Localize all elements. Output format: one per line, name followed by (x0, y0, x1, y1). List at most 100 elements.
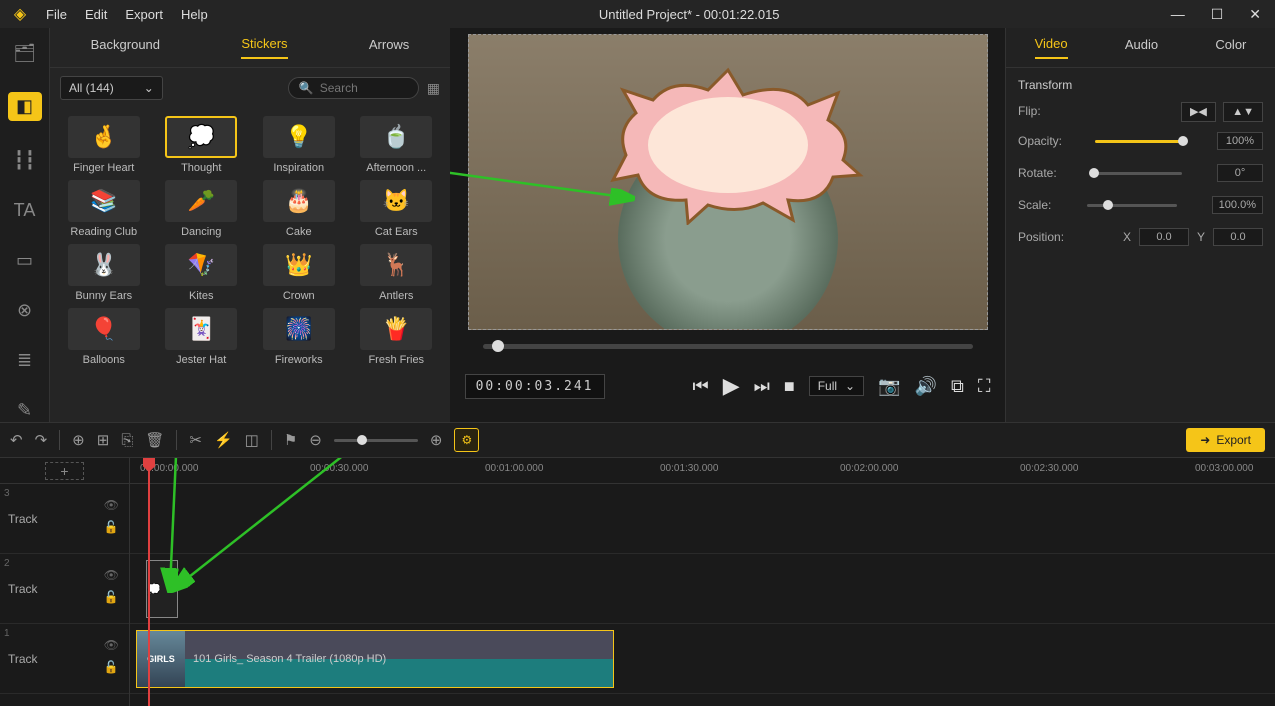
transitions-tab-icon[interactable]: ▭ (12, 249, 38, 271)
split-icon[interactable]: ✂ (189, 431, 202, 449)
visibility-icon[interactable]: 👁 (104, 568, 119, 582)
preview-canvas[interactable] (468, 34, 988, 330)
tab-arrows[interactable]: Arrows (369, 37, 409, 58)
track-2-row[interactable]: 💭 (130, 554, 1275, 624)
sticker-clip[interactable]: 💭 (146, 560, 178, 618)
sticker-item[interactable]: 📚Reading Club (58, 180, 150, 238)
sticker-thumb: 🍟 (360, 308, 432, 350)
elements-tab-icon[interactable]: ✎ (12, 400, 38, 422)
sticker-item[interactable]: 🐱Cat Ears (351, 180, 443, 238)
track-2-label[interactable]: 2Track 👁🔓 (0, 554, 129, 624)
marker-icon[interactable]: ⚑ (284, 431, 297, 449)
menu-export[interactable]: Export (125, 7, 163, 22)
track-3-row[interactable] (130, 484, 1275, 554)
sticker-item[interactable]: 🤞Finger Heart (58, 116, 150, 174)
sticker-item[interactable]: 💡Inspiration (253, 116, 345, 174)
tab-background[interactable]: Background (91, 37, 160, 58)
visibility-icon[interactable]: 👁 (104, 638, 119, 652)
timeline: + 3Track 👁🔓 2Track 👁🔓 1Track 👁🔓 00:00:00… (0, 458, 1275, 706)
search-input[interactable] (320, 81, 408, 95)
sticker-item[interactable]: 🦌Antlers (351, 244, 443, 302)
export-button[interactable]: ➜Export (1186, 428, 1265, 452)
rotate-slider[interactable] (1092, 172, 1182, 175)
zoom-in-icon[interactable]: ⊕ (430, 431, 443, 449)
delete-icon[interactable]: 🗑 (145, 431, 164, 449)
sticker-item[interactable]: 🪁Kites (156, 244, 248, 302)
undo-icon[interactable]: ↶ (10, 431, 23, 449)
timeline-ruler[interactable]: 00:00:00.000 00:00:30.000 00:01:00.000 0… (130, 458, 1275, 484)
left-rail: 🗂 ◧ ┇┇ TA ▭ ⊗ ≣ ✎ (0, 28, 50, 422)
sticker-item[interactable]: 🎂Cake (253, 180, 345, 238)
preview-size-dropdown[interactable]: Full⌄ (809, 376, 864, 396)
opacity-value[interactable]: 100% (1217, 132, 1263, 150)
overlays-tab-icon[interactable]: ◧ (8, 92, 42, 121)
flip-horizontal-button[interactable]: ▶◀ (1181, 102, 1216, 122)
prop-tab-audio[interactable]: Audio (1125, 37, 1158, 58)
play-icon[interactable]: ▶ (723, 373, 740, 399)
menu-help[interactable]: Help (181, 7, 208, 22)
zoom-out-icon[interactable]: ⊖ (309, 431, 322, 449)
sticker-item[interactable]: 🍵Afternoon ... (351, 116, 443, 174)
thought-bubble-sticker[interactable] (588, 55, 868, 225)
visibility-icon[interactable]: 👁 (104, 498, 119, 512)
volume-icon[interactable]: 🔊 (915, 376, 937, 397)
sticker-item[interactable]: 🍟Fresh Fries (351, 308, 443, 366)
detach-icon[interactable]: ⧉ (951, 376, 964, 397)
sticker-item[interactable]: 🎆Fireworks (253, 308, 345, 366)
speed-icon[interactable]: ⚡ (214, 431, 233, 449)
media-tab-icon[interactable]: 🗂 (12, 42, 38, 64)
scale-slider[interactable] (1087, 204, 1177, 207)
track-1-row[interactable]: GIRLS 101 Girls_ Season 4 Trailer (1080p… (130, 624, 1275, 694)
flip-vertical-button[interactable]: ▲▼ (1223, 102, 1263, 122)
tool-icon-2[interactable]: ⊞ (97, 431, 110, 449)
properties-panel: Video Audio Color Transform Flip: ▶◀ ▲▼ … (1005, 28, 1275, 422)
next-frame-icon[interactable]: ⏭ (754, 376, 770, 397)
assets-panel: Background Stickers Arrows All (144)⌄ 🔍 … (50, 28, 450, 422)
stop-icon[interactable]: ■ (784, 376, 795, 397)
menu-edit[interactable]: Edit (85, 7, 107, 22)
position-x-input[interactable]: 0.0 (1139, 228, 1189, 246)
tool-icon-1[interactable]: ⊕ (72, 431, 85, 449)
close-icon[interactable]: ✕ (1249, 6, 1261, 23)
lock-icon[interactable]: 🔓 (104, 590, 119, 604)
lock-icon[interactable]: 🔓 (104, 520, 119, 534)
add-track-button[interactable]: + (45, 462, 83, 480)
text-tab-icon[interactable]: TA (12, 199, 38, 221)
maximize-icon[interactable]: ☐ (1211, 6, 1224, 23)
export-settings-button[interactable]: ⚙ (454, 428, 479, 452)
preview-scrubber[interactable] (483, 344, 973, 349)
track-3-label[interactable]: 3Track 👁🔓 (0, 484, 129, 554)
sticker-item[interactable]: 🥕Dancing (156, 180, 248, 238)
track-1-label[interactable]: 1Track 👁🔓 (0, 624, 129, 694)
scale-value[interactable]: 100.0% (1212, 196, 1263, 214)
search-box[interactable]: 🔍 (288, 77, 419, 99)
prev-frame-icon[interactable]: ⏮ (693, 376, 709, 397)
audio-tab-icon[interactable]: ┇┇ (12, 149, 38, 171)
effects-tab-icon[interactable]: ⊗ (12, 300, 38, 322)
crop-icon[interactable]: ◫ (245, 431, 259, 449)
sticker-filter-dropdown[interactable]: All (144)⌄ (60, 76, 163, 100)
snapshot-icon[interactable]: 📷 (878, 376, 900, 397)
playhead[interactable] (148, 458, 150, 706)
prop-tab-color[interactable]: Color (1215, 37, 1246, 58)
fullscreen-icon[interactable]: ⛶ (978, 376, 991, 397)
sticker-item[interactable]: 🐰Bunny Ears (58, 244, 150, 302)
sticker-item[interactable]: 💭Thought (156, 116, 248, 174)
tab-stickers[interactable]: Stickers (241, 36, 287, 59)
tool-icon-3[interactable]: ⎘ (121, 432, 133, 449)
video-clip[interactable]: GIRLS 101 Girls_ Season 4 Trailer (1080p… (136, 630, 614, 688)
opacity-slider[interactable] (1095, 140, 1185, 143)
sticker-item[interactable]: 👑Crown (253, 244, 345, 302)
sticker-item[interactable]: 🃏Jester Hat (156, 308, 248, 366)
position-y-input[interactable]: 0.0 (1213, 228, 1263, 246)
zoom-slider[interactable] (334, 439, 418, 442)
grid-view-icon[interactable]: ▦ (427, 80, 440, 97)
filters-tab-icon[interactable]: ≣ (12, 350, 38, 372)
sticker-item[interactable]: 🎈Balloons (58, 308, 150, 366)
rotate-value[interactable]: 0° (1217, 164, 1263, 182)
prop-tab-video[interactable]: Video (1035, 36, 1068, 59)
minimize-icon[interactable]: — (1171, 6, 1185, 23)
redo-icon[interactable]: ↷ (35, 431, 48, 449)
lock-icon[interactable]: 🔓 (104, 660, 119, 674)
menu-file[interactable]: File (46, 7, 67, 22)
